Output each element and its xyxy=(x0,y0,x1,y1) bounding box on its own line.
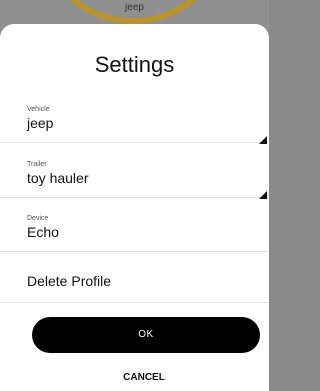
trailer-value: toy hauler xyxy=(27,170,89,186)
background-vehicle-label: jeep xyxy=(125,2,144,13)
device-field[interactable]: Device Echo xyxy=(0,214,269,252)
dropdown-corner-icon xyxy=(259,136,267,144)
ok-button[interactable]: OK xyxy=(32,317,260,353)
trailer-label: Trailer xyxy=(27,161,47,168)
device-value: Echo xyxy=(27,224,59,240)
delete-profile-label: Delete Profile xyxy=(27,273,112,289)
settings-sheet: Settings Vehicle jeep Trailer toy hauler… xyxy=(0,24,269,391)
vehicle-value: jeep xyxy=(27,115,54,131)
device-label: Device xyxy=(27,215,49,222)
vehicle-label: Vehicle xyxy=(27,106,50,113)
dropdown-corner-icon xyxy=(259,191,267,199)
delete-profile-item[interactable]: Delete Profile xyxy=(0,259,269,303)
cancel-button[interactable]: CANCEL xyxy=(90,368,198,388)
vehicle-select[interactable]: Vehicle jeep xyxy=(0,105,269,144)
trailer-select[interactable]: Trailer toy hauler xyxy=(0,160,269,199)
dialog-title: Settings xyxy=(94,52,175,77)
